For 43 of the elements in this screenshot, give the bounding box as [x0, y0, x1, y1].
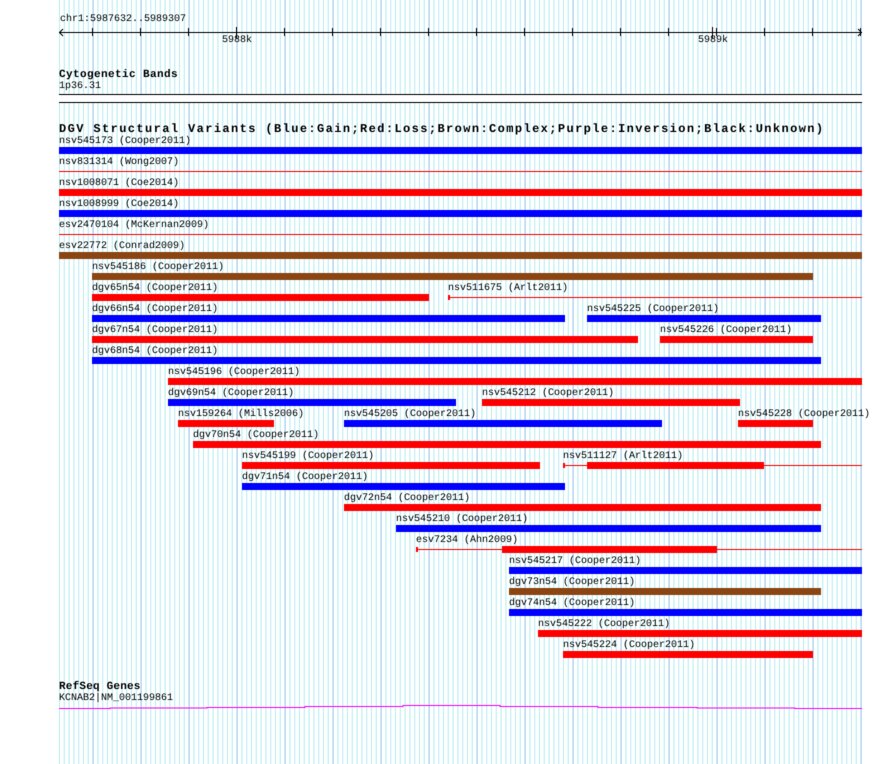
variant-label: nsv545224 (Cooper2011) — [563, 640, 696, 651]
variant-label: nsv545205 (Cooper2011) — [344, 409, 476, 420]
variant-label: dgv69n54 (Cooper2011) — [168, 388, 294, 399]
variant-label: dgv72n54 (Cooper2011) — [344, 493, 470, 504]
variant-label: dgv71n54 (Cooper2011) — [242, 472, 368, 483]
variant-label: nsv545196 (Cooper2011) — [168, 367, 300, 378]
line-end-tick — [448, 295, 450, 300]
line-end-tick — [416, 547, 418, 552]
variant-label: nsv545226 (Cooper2011) — [660, 325, 792, 336]
variant-label: nsv1008999 (Coe2014) — [59, 199, 180, 210]
gene-label: KCNAB2|NM_001199861 — [59, 693, 174, 704]
variant-label: esv7234 (Ahn2009) — [416, 535, 518, 546]
variant-label: nsv545210 (Cooper2011) — [396, 514, 528, 525]
variant-label: nsv545222 (Cooper2011) — [538, 619, 670, 630]
line-end-tick — [563, 463, 565, 468]
ruler-tick-label: 5989k — [698, 35, 728, 47]
variant-label: nsv545217 (Cooper2011) — [509, 556, 642, 567]
variant-label: nsv545225 (Cooper2011) — [587, 304, 720, 315]
variant-label: dgv73n54 (Cooper2011) — [509, 577, 636, 588]
variant-label: nsv545228 (Cooper2011) — [738, 409, 870, 420]
track-title: DGV Structural Variants (Blue:Gain;Red:Loss;Brown:Complex;Purple:Inversion;Black:Unknown) — [59, 123, 825, 136]
variant-label: dgv67n54 (Cooper2011) — [92, 325, 218, 336]
variant-label: nsv545173 (Cooper2011) — [59, 136, 192, 147]
variant-label: esv2470104 (McKernan2009) — [59, 220, 210, 231]
track-title: Cytogenetic Bands — [59, 69, 178, 81]
variant-label: dgv68n54 (Cooper2011) — [92, 346, 218, 357]
variant-label: nsv831314 (Wong2007) — [59, 157, 180, 168]
variant-label: dgv65n54 (Cooper2011) — [92, 283, 218, 294]
variant-label: esv22772 (Conrad2009) — [59, 241, 186, 252]
variant-label: nsv545212 (Cooper2011) — [482, 388, 614, 399]
variant-label: nsv159264 (Mills2006) — [178, 409, 304, 420]
variant-label: dgv70n54 (Cooper2011) — [193, 430, 320, 441]
variant-label: dgv74n54 (Cooper2011) — [509, 598, 636, 609]
variant-label: nsv511127 (Arlt2011) — [563, 451, 684, 462]
variant-label: nsv545186 (Cooper2011) — [92, 262, 224, 273]
variant-label: nsv511675 (Arlt2011) — [448, 283, 568, 294]
variant-label: nsv1008071 (Coe2014) — [59, 178, 180, 189]
ruler-tick-label: 5988k — [222, 35, 252, 47]
variant-label: nsv545199 (Cooper2011) — [242, 451, 374, 462]
variant-label: dgv66n54 (Cooper2011) — [92, 304, 218, 315]
band-label: 1p36.31 — [59, 81, 102, 92]
track-title: RefSeq Genes — [59, 681, 141, 693]
region-label: chr1:5987632..5989307 — [60, 14, 186, 26]
